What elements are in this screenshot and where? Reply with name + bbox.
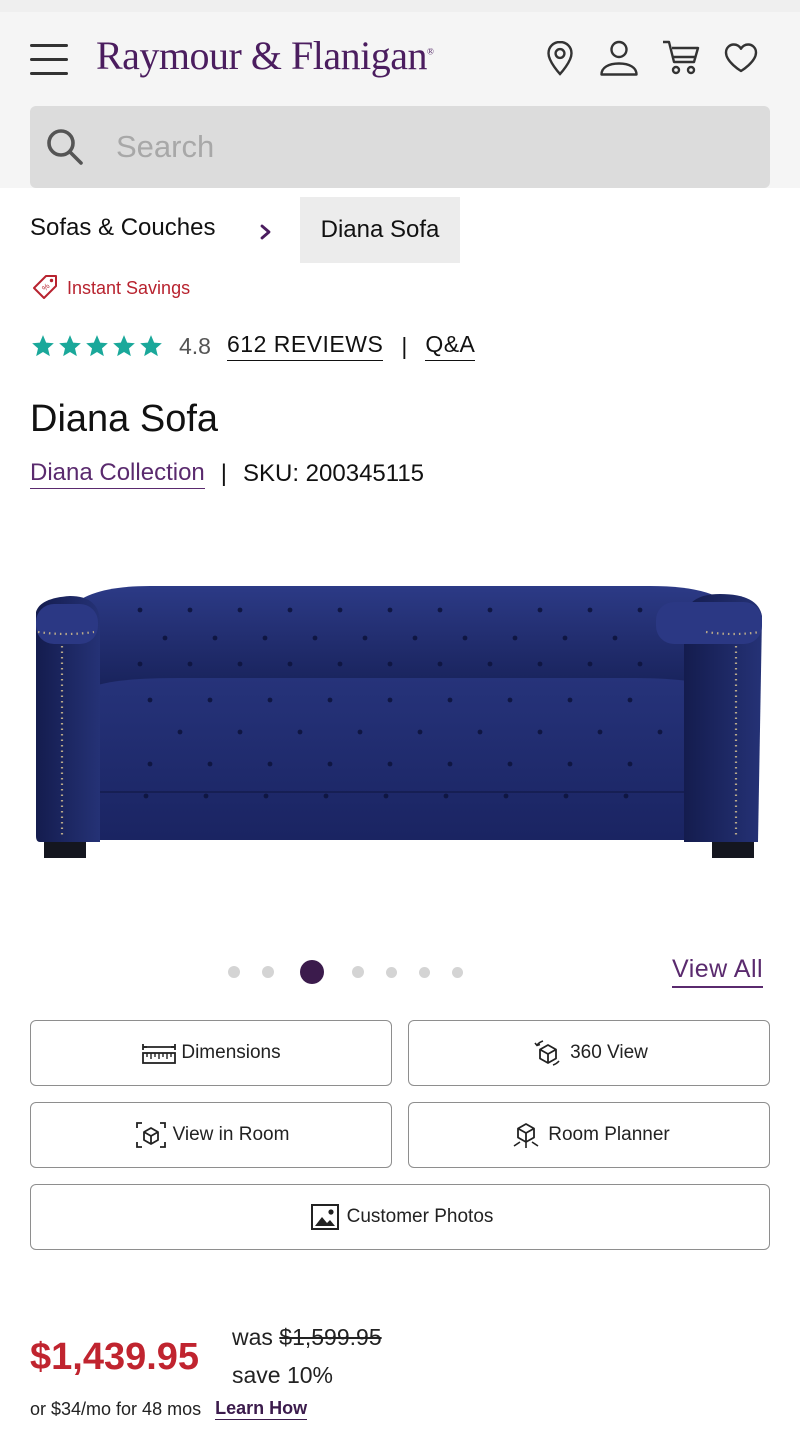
instant-savings-label: Instant Savings [67,277,191,298]
gallery-dot[interactable] [386,966,397,978]
savings-percent: save 10% [232,1362,334,1388]
product-meta: Diana Collection | SKU: 200345115 [30,456,424,492]
gallery-pagination [228,955,485,989]
account-icon[interactable] [597,36,641,80]
sale-price: $1,439.95 [30,1336,200,1378]
reviews-link[interactable]: 612 REVIEWS [226,331,384,361]
star-icon [32,335,54,357]
star-icon [59,335,81,357]
rating-score: 4.8 [179,332,211,359]
view-360-label: 360 View [570,1042,648,1063]
sku-text: SKU: 200345115 [243,460,425,487]
gallery-dot-active[interactable] [300,960,324,984]
ruler-icon [142,1044,177,1064]
cart-icon[interactable] [659,36,703,80]
instant-savings-badge[interactable]: % Instant Savings [30,272,190,304]
breadcrumb-current: Diana Sofa [300,197,460,263]
view-in-room-label: View in Room [172,1124,290,1145]
site-header: Raymour & Flanigan® [0,12,800,188]
logo-registered-mark: ® [426,46,434,57]
view-all-link[interactable]: View All [672,955,764,988]
search-icon [47,129,83,165]
divider: | [401,332,408,359]
search-bar[interactable] [30,106,770,188]
rating-row: 4.8 612 REVIEWS | Q&A [30,326,476,366]
gallery-dot[interactable] [419,966,430,978]
star-rating [30,333,165,359]
logo-text: Raymour & Flanigan [96,33,427,78]
was-prefix: was [232,1324,273,1350]
ar-cube-icon [135,1122,166,1148]
gallery-dot[interactable] [452,966,463,978]
qa-link[interactable]: Q&A [425,331,476,361]
price-tag-icon: % [33,275,57,299]
collection-link[interactable]: Diana Collection [30,459,205,489]
was-price: was $1,599.95 [232,1324,382,1351]
gallery-dot[interactable] [228,966,240,978]
star-icon [140,335,162,357]
customer-photos-button[interactable]: Customer Photos [30,1184,770,1250]
view-in-room-button[interactable]: View in Room [30,1102,392,1168]
room-planner-button[interactable]: Room Planner [408,1102,770,1168]
dimensions-button[interactable]: Dimensions [30,1020,392,1086]
brand-logo[interactable]: Raymour & Flanigan® [96,32,434,79]
status-bar [0,0,800,12]
search-input[interactable] [116,124,736,170]
gallery-dot[interactable] [262,966,274,978]
breadcrumb-sofas-couches[interactable]: Sofas & Couches [30,214,215,242]
star-icon [113,335,135,357]
financing-text: or $34/mo for 48 mos [30,1398,202,1419]
chevron-right-icon [260,224,271,240]
financing-row: or $34/mo for 48 mos Learn How [30,1398,308,1420]
product-title: Diana Sofa [30,398,219,440]
learn-how-link[interactable]: Learn How [215,1398,308,1420]
customer-photos-label: Customer Photos [346,1206,494,1227]
room-planner-icon [513,1123,539,1148]
location-pin-icon[interactable] [538,36,582,80]
divider: | [220,460,227,487]
gallery-dot[interactable] [352,966,364,978]
view-360-button[interactable]: 360 View [408,1020,770,1086]
rotate-cube-icon [534,1040,560,1066]
star-icon [86,335,108,357]
heart-icon[interactable] [719,36,763,80]
original-price: $1,599.95 [279,1324,382,1350]
dimensions-label: Dimensions [181,1042,281,1063]
room-planner-label: Room Planner [548,1124,670,1145]
menu-icon[interactable] [30,44,68,75]
product-image[interactable] [30,560,770,880]
photo-icon [310,1204,339,1230]
